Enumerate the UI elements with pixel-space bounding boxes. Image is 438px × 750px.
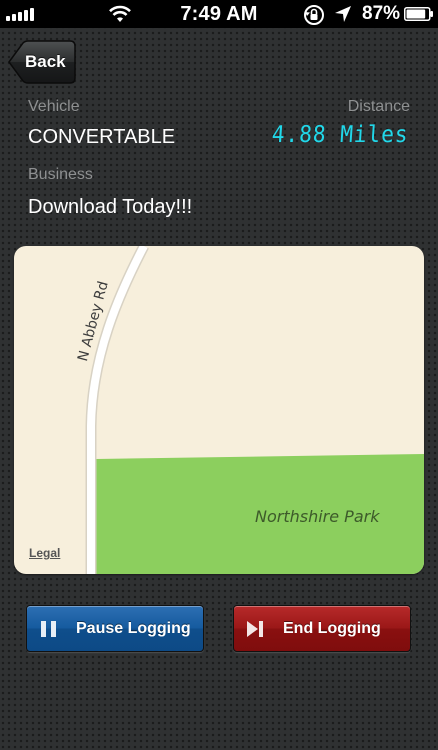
status-bar: 7:49 AM 87%: [0, 0, 438, 28]
distance-value: 4.88 Miles: [270, 122, 409, 148]
park-label: Northshire Park: [255, 507, 380, 526]
map-view[interactable]: N Abbey Rd Northshire Park Legal: [14, 246, 424, 574]
distance-label: Distance: [347, 98, 410, 115]
vehicle-label: Vehicle: [28, 98, 80, 115]
pause-logging-button[interactable]: Pause Logging: [26, 605, 204, 652]
legal-link[interactable]: Legal: [29, 546, 60, 560]
skip-end-icon: [247, 621, 263, 637]
back-button[interactable]: Back: [8, 40, 76, 84]
back-button-label: Back: [25, 52, 66, 71]
end-logging-label: End Logging: [283, 620, 381, 637]
vehicle-value: CONVERTABLE: [28, 126, 176, 148]
battery-icon: [404, 7, 433, 21]
pause-icon: [41, 621, 56, 637]
business-label: Business: [28, 166, 93, 183]
pause-logging-label: Pause Logging: [76, 620, 191, 637]
battery-percent: 87%: [362, 3, 401, 24]
business-value: Download Today!!!: [28, 196, 193, 218]
location-arrow-icon: [335, 6, 351, 22]
rotation-lock-icon: [304, 5, 324, 25]
end-logging-button[interactable]: End Logging: [233, 605, 411, 652]
